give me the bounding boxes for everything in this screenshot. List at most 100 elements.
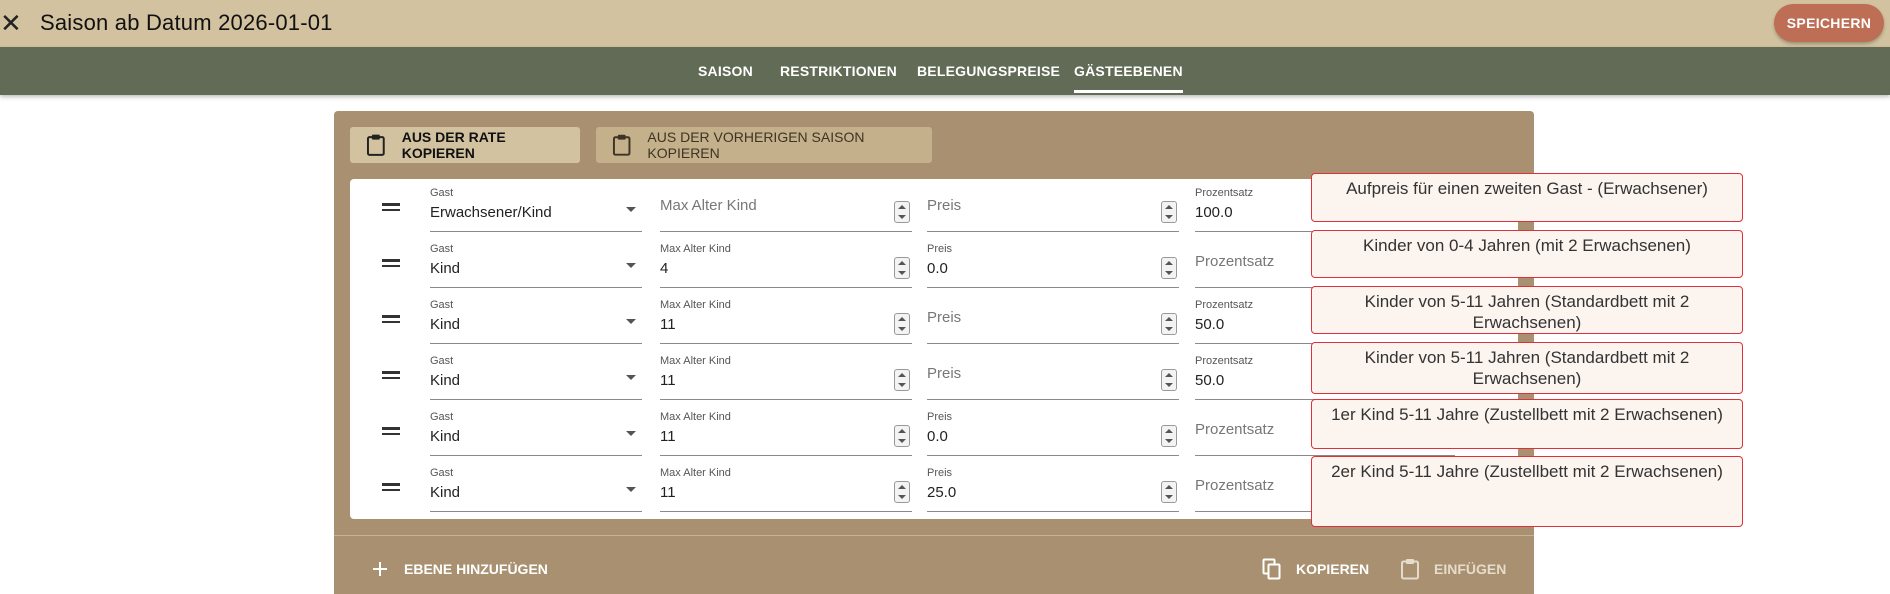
max-alter-kind-label: Max Alter Kind [660,467,731,479]
gast-label: Gast [430,187,454,199]
number-spinner-icon[interactable] [1161,257,1177,279]
annotation-callout: Aufpreis für einen zweiten Gast - (Erwac… [1311,173,1743,222]
prozentsatz-label: Prozentsatz [1195,355,1254,367]
number-spinner-icon[interactable] [894,201,910,223]
preis-value: 0.0 [927,260,948,277]
number-spinner-icon[interactable] [894,369,910,391]
copy-from-rate-button[interactable]: AUS DER RATE KOPIEREN [350,127,580,163]
preis-input[interactable]: Preis 0.0 [927,243,1179,288]
chevron-down-icon [626,431,636,436]
paste-label: EINFÜGEN [1434,561,1507,577]
max-alter-kind-placeholder: Max Alter Kind [660,197,757,214]
gast-label: Gast [430,243,454,255]
preis-input[interactable]: Preis [927,355,1179,400]
drag-handle-icon[interactable] [382,203,400,213]
chevron-down-icon [626,319,636,324]
close-icon[interactable]: ✕ [0,8,22,38]
gast-value: Kind [430,428,461,445]
number-spinner-icon[interactable] [1161,481,1177,503]
tab-gaesteebenen[interactable]: GÄSTEEBENEN [1074,47,1183,95]
preis-input[interactable]: Preis 0.0 [927,411,1179,456]
drag-handle-icon[interactable] [382,259,400,269]
copy-from-rate-label: AUS DER RATE KOPIEREN [401,129,506,161]
max-alter-kind-input[interactable]: Max Alter Kind 4 [660,243,912,288]
add-level-button[interactable]: EBENE HINZUFÜGEN [370,551,548,587]
annotation-callout: 2er Kind 5-11 Jahre (Zustellbett mit 2 E… [1311,456,1743,527]
preis-placeholder: Preis [927,365,962,382]
prozentsatz-label: Prozentsatz [1195,299,1254,311]
gast-select[interactable]: Gast Kind [430,299,642,344]
clipboard-icon [366,134,385,156]
gast-label: Gast [430,411,454,423]
max-alter-kind-label: Max Alter Kind [660,355,731,367]
plus-icon [373,562,387,576]
page-title: Saison ab Datum 2026-01-01 [40,10,333,35]
number-spinner-icon[interactable] [894,313,910,335]
clipboard-icon [612,134,631,156]
gast-select[interactable]: Gast Kind [430,355,642,400]
clipboard-icon [1401,559,1419,580]
chevron-down-icon [626,263,636,268]
gast-select[interactable]: Gast Kind [430,243,642,288]
prozentsatz-label: Prozentsatz [1195,187,1254,199]
max-alter-kind-input[interactable]: Max Alter Kind [660,187,912,232]
annotation-callout: Kinder von 5-11 Jahren (Standardbett mit… [1311,286,1743,334]
gast-select[interactable]: Gast Kind [430,467,642,512]
gast-label: Gast [430,299,454,311]
preis-label: Preis [927,467,953,479]
drag-handle-icon[interactable] [382,483,400,493]
number-spinner-icon[interactable] [894,481,910,503]
paste-button[interactable]: EINFÜGEN [1400,551,1506,587]
gast-value: Erwachsener/Kind [430,204,552,221]
number-spinner-icon[interactable] [1161,425,1177,447]
copy-label: KOPIEREN [1296,561,1370,577]
annotation-callout: Kinder von 0-4 Jahren (mit 2 Erwachsenen… [1311,230,1743,278]
number-spinner-icon[interactable] [1161,313,1177,335]
number-spinner-icon[interactable] [894,257,910,279]
preis-placeholder: Preis [927,309,962,326]
tab-belegungspreise[interactable]: BELEGUNGSPREISE [917,47,1060,95]
preis-label: Preis [927,411,953,423]
preis-value: 0.0 [927,428,948,445]
copy-button[interactable]: KOPIEREN [1262,551,1369,587]
drag-handle-icon[interactable] [382,371,400,381]
copy-from-previous-season-button[interactable]: AUS DER VORHERIGEN SAISON KOPIEREN [596,127,932,163]
max-alter-kind-input[interactable]: Max Alter Kind 11 [660,411,912,456]
drag-handle-icon[interactable] [382,315,400,325]
annotation-callout: Kinder von 5-11 Jahren (Standardbett mit… [1311,342,1743,394]
gast-select[interactable]: Gast Erwachsener/Kind [430,187,642,232]
max-alter-kind-value: 4 [660,260,669,277]
gast-label: Gast [430,467,454,479]
prozentsatz-placeholder: Prozentsatz [1195,421,1275,438]
max-alter-kind-value: 11 [660,484,676,501]
tab-restriktionen[interactable]: RESTRIKTIONEN [780,47,897,95]
gast-value: Kind [430,316,461,333]
number-spinner-icon[interactable] [1161,369,1177,391]
copy-icon [1262,558,1281,580]
drag-handle-icon[interactable] [382,427,400,437]
gast-select[interactable]: Gast Kind [430,411,642,456]
tab-bar: SAISON RESTRIKTIONEN BELEGUNGSPREISE GÄS… [0,47,1890,95]
max-alter-kind-value: 11 [660,316,676,333]
max-alter-kind-input[interactable]: Max Alter Kind 11 [660,299,912,344]
number-spinner-icon[interactable] [1161,201,1177,223]
preis-input[interactable]: Preis [927,187,1179,232]
max-alter-kind-input[interactable]: Max Alter Kind 11 [660,467,912,512]
max-alter-kind-label: Max Alter Kind [660,243,731,255]
preis-input[interactable]: Preis 25.0 [927,467,1179,512]
prozentsatz-value: 50.0 [1195,316,1225,333]
prozentsatz-value: 50.0 [1195,372,1225,389]
max-alter-kind-label: Max Alter Kind [660,411,731,423]
chevron-down-icon [626,487,636,492]
max-alter-kind-value: 11 [660,428,676,445]
tab-saison[interactable]: SAISON [698,47,753,95]
chevron-down-icon [626,375,636,380]
preis-input[interactable]: Preis [927,299,1179,344]
panel-divider [334,535,1534,536]
prozentsatz-placeholder: Prozentsatz [1195,477,1275,494]
save-button[interactable]: SPEICHERN [1774,4,1884,42]
max-alter-kind-input[interactable]: Max Alter Kind 11 [660,355,912,400]
number-spinner-icon[interactable] [894,425,910,447]
gast-label: Gast [430,355,454,367]
max-alter-kind-value: 11 [660,372,676,389]
